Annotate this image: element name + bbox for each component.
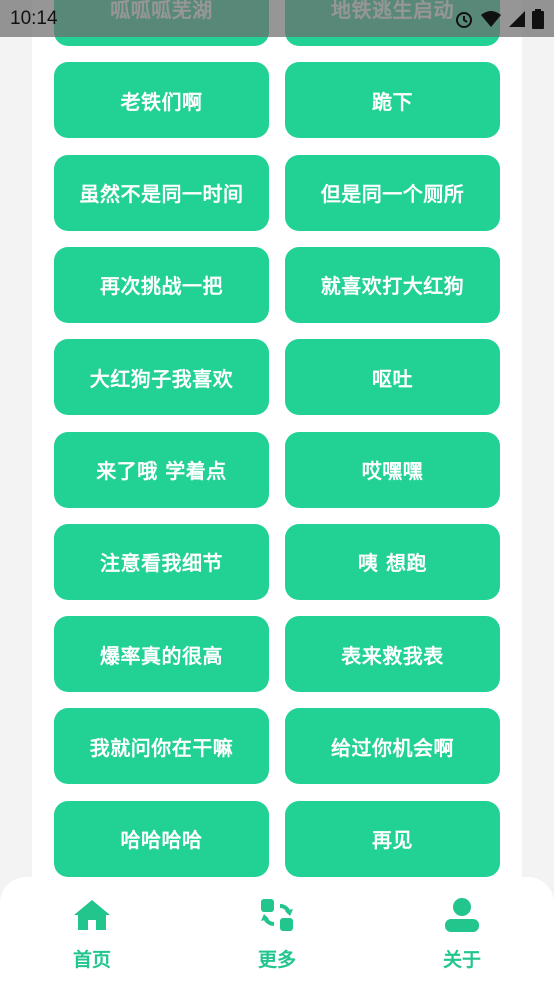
sound-button[interactable]: 注意看我细节 [54,523,269,600]
sound-button[interactable]: 老铁们啊 [54,62,269,139]
bottom-navigation: 首页 更多 关于 [0,877,554,985]
nav-home[interactable]: 首页 [42,895,142,975]
nav-more[interactable]: 更多 [227,895,327,975]
sound-button[interactable]: 大红狗子我喜欢 [54,339,269,416]
sound-button[interactable]: 表来救我表 [285,616,500,693]
nav-home-label: 首页 [72,949,111,971]
sound-button[interactable]: 哎嘿嘿 [285,431,500,508]
nav-about-label: 关于 [442,949,481,971]
sound-button[interactable]: 再次挑战一把 [54,246,269,323]
status-time: 10:14 [10,7,58,29]
sound-button[interactable]: 我就问你在干嘛 [54,708,269,785]
sound-button[interactable]: 但是同一个厕所 [285,154,500,231]
sound-button[interactable]: 再见 [285,800,500,877]
alarm-icon [456,11,472,28]
sound-button[interactable]: 就喜欢打大红狗 [285,246,500,323]
signal-icon [509,10,525,27]
status-icons [454,8,544,29]
sound-button[interactable]: 哈哈哈哈 [54,800,269,877]
sound-button[interactable]: 咦 想跑 [285,523,500,600]
sound-button[interactable]: 虽然不是同一时间 [54,154,269,231]
app-screen: 呱呱呱芜湖地铁逃生启动老铁们啊跪下虽然不是同一时间但是同一个厕所再次挑战一把就喜… [0,0,554,985]
sound-button[interactable]: 跪下 [285,62,500,139]
wifi-icon [481,10,501,27]
sound-button[interactable]: 来了哦 学着点 [54,431,269,508]
sound-button[interactable]: 爆率真的很高 [54,616,269,693]
home-icon [72,895,112,935]
sound-button-grid: 呱呱呱芜湖地铁逃生启动老铁们啊跪下虽然不是同一时间但是同一个厕所再次挑战一把就喜… [0,0,554,985]
user-icon [442,895,482,935]
refresh-grid-icon [257,895,297,935]
nav-more-label: 更多 [257,949,296,971]
sound-button[interactable]: 给过你机会啊 [285,708,500,785]
sound-button[interactable]: 呕吐 [285,339,500,416]
nav-about[interactable]: 关于 [412,895,512,975]
battery-icon [532,8,544,29]
status-bar: 10:14 [0,0,554,37]
